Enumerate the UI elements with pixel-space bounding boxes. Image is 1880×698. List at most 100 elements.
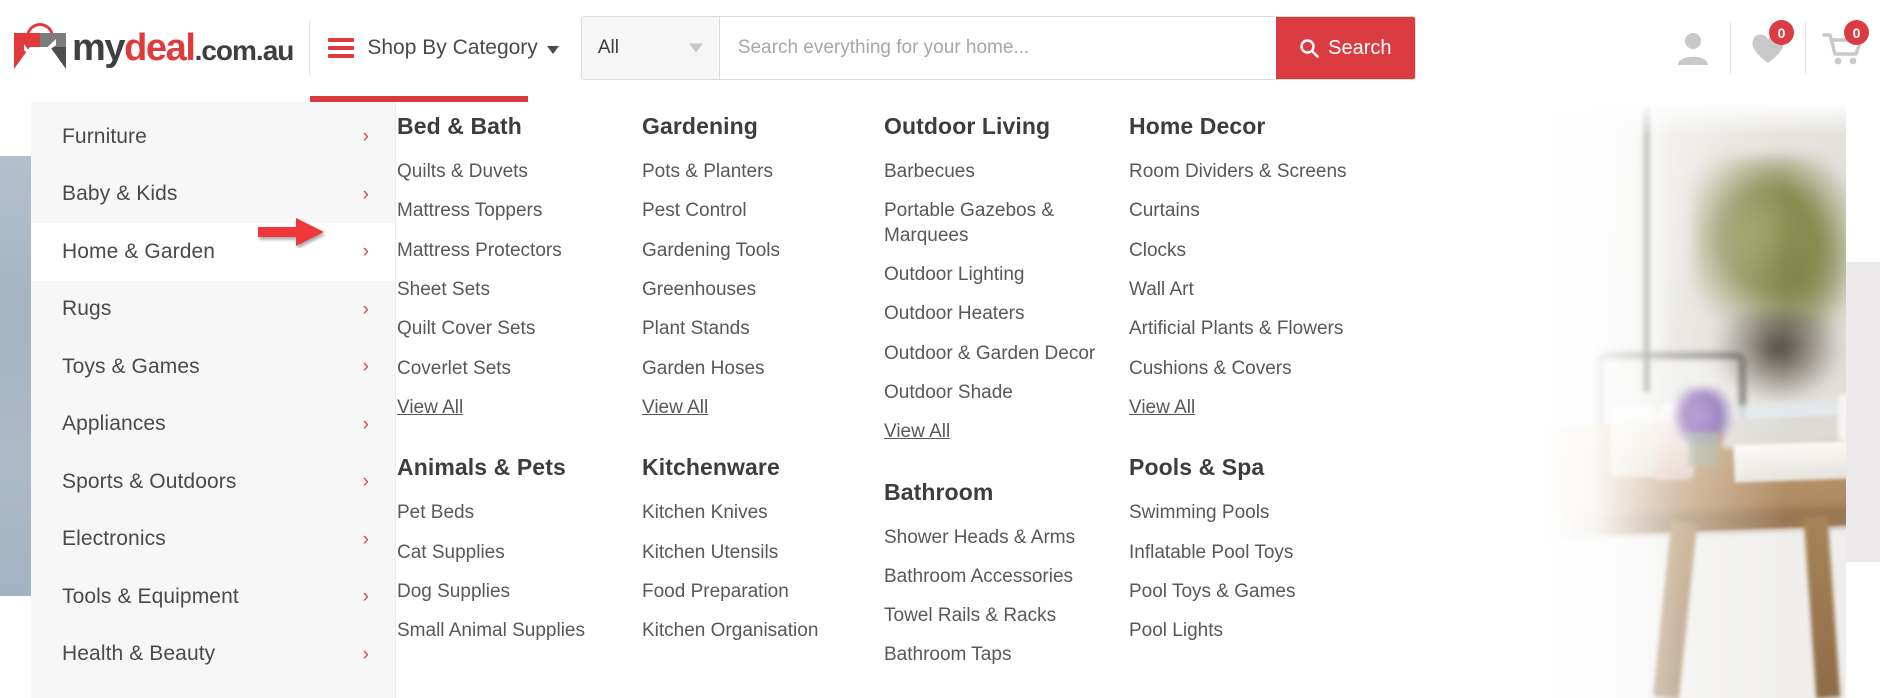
sidebar-item-label: Appliances: [62, 412, 166, 436]
mega-column-1: Bed & Bath Quilts & Duvets Mattress Topp…: [397, 113, 642, 698]
mega-group-title[interactable]: Bed & Bath: [397, 113, 626, 140]
mega-view-all-link[interactable]: View All: [397, 396, 626, 420]
mega-group-title[interactable]: Bathroom: [884, 479, 1113, 506]
mega-link[interactable]: Cushions & Covers: [1129, 357, 1393, 381]
mega-link[interactable]: Quilts & Duvets: [397, 160, 626, 184]
search-button[interactable]: Search: [1275, 17, 1415, 79]
mega-link[interactable]: Pool Lights: [1129, 619, 1393, 643]
mega-menu: Furniture › Baby & Kids › Home & Garden …: [0, 96, 1880, 698]
mega-link[interactable]: Outdoor Heaters: [884, 302, 1113, 326]
mega-group-title[interactable]: Pools & Spa: [1129, 454, 1393, 481]
header-actions: 0 0: [1656, 0, 1880, 96]
wishlist-button[interactable]: 0: [1731, 0, 1805, 96]
mega-link[interactable]: Curtains: [1129, 199, 1393, 223]
mega-link[interactable]: Outdoor Shade: [884, 381, 1113, 405]
sidebar-item-baby-kids[interactable]: Baby & Kids ›: [31, 165, 395, 223]
mega-link[interactable]: Cat Supplies: [397, 541, 626, 565]
logo-text-domain: .com.au: [194, 34, 295, 66]
mega-group-title[interactable]: Animals & Pets: [397, 454, 626, 481]
mega-link[interactable]: Shower Heads & Arms: [884, 526, 1113, 550]
mega-link[interactable]: Sheet Sets: [397, 278, 626, 302]
mega-group-pools-spa: Pools & Spa Swimming Pools Inflatable Po…: [1129, 454, 1393, 643]
mega-link[interactable]: Artificial Plants & Flowers: [1129, 317, 1393, 341]
mega-link[interactable]: Bathroom Accessories: [884, 565, 1113, 589]
account-button[interactable]: [1656, 0, 1730, 96]
promo-right-gutter-top: [1846, 102, 1880, 262]
sidebar-item-furniture[interactable]: Furniture ›: [31, 108, 395, 166]
sidebar-item-label: Electronics: [62, 527, 166, 551]
chevron-right-icon: ›: [362, 413, 369, 435]
mega-link[interactable]: Pots & Planters: [642, 160, 868, 184]
mega-link[interactable]: Greenhouses: [642, 278, 868, 302]
mega-link[interactable]: Pest Control: [642, 199, 868, 223]
mega-link[interactable]: Outdoor & Garden Decor: [884, 342, 1113, 366]
mega-link[interactable]: Garden Hoses: [642, 357, 868, 381]
search-category-select[interactable]: All: [581, 17, 720, 79]
mega-link[interactable]: Swimming Pools: [1129, 501, 1393, 525]
mega-link[interactable]: Dog Supplies: [397, 580, 626, 604]
user-icon: [1678, 33, 1708, 65]
mega-link[interactable]: Mattress Toppers: [397, 199, 626, 223]
mega-link[interactable]: Bathroom Taps: [884, 643, 1113, 667]
mega-link[interactable]: Mattress Protectors: [397, 239, 626, 263]
search-icon: [1300, 39, 1319, 58]
chevron-right-icon: ›: [362, 528, 369, 550]
sidebar-item-sports-outdoors[interactable]: Sports & Outdoors ›: [31, 453, 395, 511]
mega-column-4: Home Decor Room Dividers & Screens Curta…: [1129, 113, 1409, 698]
sidebar-item-appliances[interactable]: Appliances ›: [31, 395, 395, 453]
mega-group-title[interactable]: Home Decor: [1129, 113, 1393, 140]
mega-link[interactable]: Plant Stands: [642, 317, 868, 341]
sidebar-item-label: Furniture: [62, 124, 147, 148]
chevron-right-icon: ›: [362, 356, 369, 378]
chevron-right-icon: ›: [362, 183, 369, 205]
mega-link[interactable]: Gardening Tools: [642, 239, 868, 263]
sidebar-item-toys-games[interactable]: Toys & Games ›: [31, 338, 395, 396]
mega-link[interactable]: Food Preparation: [642, 580, 868, 604]
shop-by-category-button[interactable]: Shop By Category: [328, 36, 559, 60]
cart-button[interactable]: 0: [1806, 0, 1880, 96]
mega-view-all-link[interactable]: View All: [884, 420, 1113, 444]
sidebar-item-electronics[interactable]: Electronics ›: [31, 510, 395, 568]
mega-link[interactable]: Small Animal Supplies: [397, 619, 626, 643]
mega-group-title[interactable]: Outdoor Living: [884, 113, 1113, 140]
mega-group-title[interactable]: Gardening: [642, 113, 868, 140]
mega-group-title[interactable]: Kitchenware: [642, 454, 868, 481]
mega-link[interactable]: Pet Beds: [397, 501, 626, 525]
hamburger-menu-icon: [328, 38, 355, 58]
mega-link[interactable]: Wall Art: [1129, 278, 1393, 302]
sidebar-item-health-beauty[interactable]: Health & Beauty ›: [31, 625, 395, 683]
cart-count-badge: 0: [1844, 20, 1869, 45]
chevron-right-icon: ›: [362, 241, 369, 263]
site-logo[interactable]: my deal .com.au: [14, 0, 295, 96]
mega-link[interactable]: Room Dividers & Screens: [1129, 160, 1393, 184]
mega-menu-columns: Bed & Bath Quilts & Duvets Mattress Topp…: [397, 102, 1542, 698]
mega-link[interactable]: Portable Gazebos & Marquees: [884, 199, 1113, 248]
mega-link[interactable]: Towel Rails & Racks: [884, 604, 1113, 628]
mega-link[interactable]: Barbecues: [884, 160, 1113, 184]
chevron-right-icon: ›: [362, 643, 369, 665]
mega-group-kitchenware: Kitchenware Kitchen Knives Kitchen Utens…: [642, 454, 868, 643]
promo-top-fade: [1542, 102, 1880, 136]
chevron-right-icon: ›: [362, 298, 369, 320]
chevron-right-icon: ›: [362, 586, 369, 608]
mega-link[interactable]: Quilt Cover Sets: [397, 317, 626, 341]
search-input[interactable]: [719, 17, 1276, 79]
category-sidebar: Furniture › Baby & Kids › Home & Garden …: [31, 102, 396, 698]
mega-link[interactable]: Kitchen Knives: [642, 501, 868, 525]
site-header: my deal .com.au Shop By Category All Searc…: [0, 0, 1880, 96]
sidebar-item-label: Sports & Outdoors: [62, 469, 237, 493]
sidebar-item-tools-equipment[interactable]: Tools & Equipment ›: [31, 568, 395, 626]
promo-left-fade: [1542, 102, 1880, 698]
mega-view-all-link[interactable]: View All: [642, 396, 868, 420]
mega-link[interactable]: Clocks: [1129, 239, 1393, 263]
mega-link[interactable]: Inflatable Pool Toys: [1129, 541, 1393, 565]
sidebar-item-home-garden[interactable]: Home & Garden ›: [31, 223, 395, 281]
mega-link[interactable]: Kitchen Utensils: [642, 541, 868, 565]
mega-column-2: Gardening Pots & Planters Pest Control G…: [642, 113, 884, 698]
mega-link[interactable]: Kitchen Organisation: [642, 619, 868, 643]
sidebar-item-rugs[interactable]: Rugs ›: [31, 280, 395, 338]
mega-link[interactable]: Coverlet Sets: [397, 357, 626, 381]
mega-view-all-link[interactable]: View All: [1129, 396, 1393, 420]
mega-link[interactable]: Pool Toys & Games: [1129, 580, 1393, 604]
mega-link[interactable]: Outdoor Lighting: [884, 263, 1113, 287]
